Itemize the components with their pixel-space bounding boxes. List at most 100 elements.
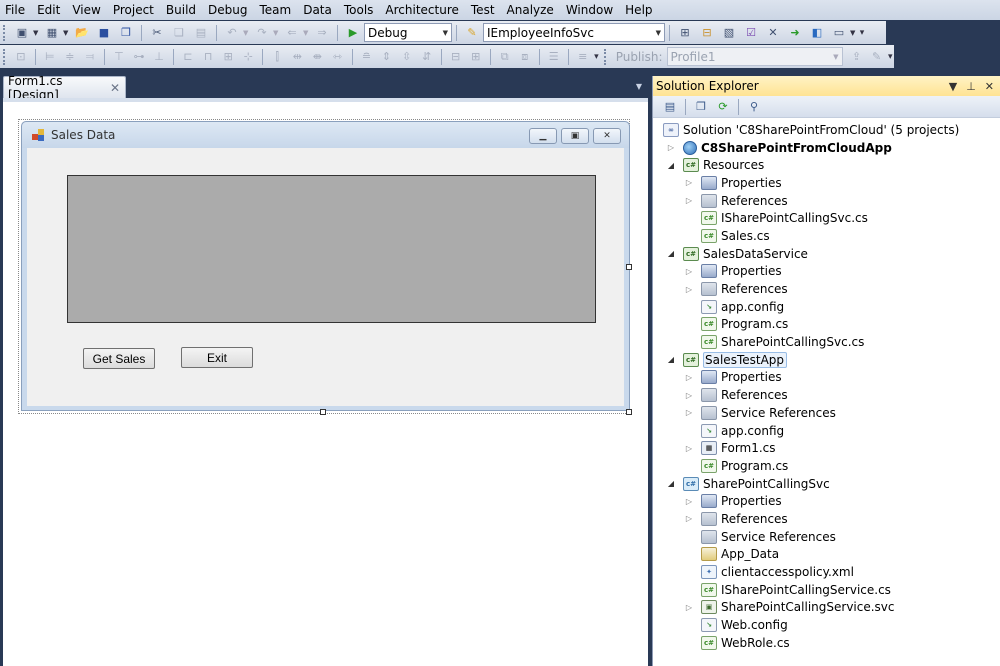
paste-icon[interactable]: ▤ [192, 24, 210, 42]
add-item-icon[interactable]: ▦ [43, 24, 61, 42]
toolbar-grip[interactable] [3, 24, 7, 41]
pin-icon[interactable]: ⊥ [966, 80, 976, 93]
sales-data-grid[interactable] [67, 175, 596, 323]
server-explorer-icon[interactable]: ◧ [808, 24, 826, 42]
publish-web-icon[interactable]: ⇪ [849, 48, 865, 66]
align-centers-icon[interactable]: ≑ [62, 48, 78, 66]
remove-horizontal-spacing-icon[interactable]: ⇿ [329, 48, 345, 66]
align-lefts-icon[interactable]: ⊨ [42, 48, 58, 66]
chevron-down-icon[interactable]: ▼ [850, 29, 856, 37]
tree-node[interactable]: c# WebRole.cs [653, 634, 1000, 652]
configuration-select[interactable]: Debug ▼ [364, 23, 452, 42]
tree-node[interactable]: ◢ c# SharePointCallingSvc [653, 475, 1000, 493]
expanded-arrow-icon[interactable]: ◢ [665, 355, 677, 364]
save-all-icon[interactable]: ❐ [117, 24, 135, 42]
maximize-icon[interactable]: ▣ [561, 128, 589, 144]
increase-vertical-spacing-icon[interactable]: ⇕ [378, 48, 394, 66]
center-vertically-icon[interactable]: ⊞ [468, 48, 484, 66]
center-horizontally-icon[interactable]: ⊟ [448, 48, 464, 66]
tools-icon[interactable]: ✕ [764, 24, 782, 42]
align-tops-icon[interactable]: ⊤ [111, 48, 127, 66]
align-bottoms-icon[interactable]: ⊥ [151, 48, 167, 66]
chevron-down-icon[interactable]: ▼ [63, 29, 69, 37]
tree-node[interactable]: ◢ c# Resources [653, 156, 1000, 174]
toolbar-grip[interactable] [603, 48, 608, 65]
make-same-width-icon[interactable]: ⊏ [180, 48, 196, 66]
chevron-down-icon[interactable]: ▼ [303, 29, 309, 37]
tree-node[interactable]: ▷ Properties [653, 174, 1000, 192]
save-icon[interactable]: ■ [95, 24, 113, 42]
close-icon[interactable]: ✕ [985, 80, 994, 93]
tree-node[interactable]: ▷ Service References [653, 404, 1000, 422]
decrease-horizontal-spacing-icon[interactable]: ⇼ [309, 48, 325, 66]
menu-architecture[interactable]: Architecture [380, 3, 465, 17]
tab-form1-design[interactable]: Form1.cs [Design] ✕ [3, 74, 126, 102]
play-icon[interactable]: ▶ [344, 24, 362, 42]
tree-node[interactable]: ▷ ▦ Form1.cs [653, 439, 1000, 457]
make-same-size-icon[interactable]: ⊞ [220, 48, 236, 66]
tree-node[interactable]: c# Program.cs [653, 457, 1000, 475]
increase-horizontal-spacing-icon[interactable]: ⇹ [289, 48, 305, 66]
collapsed-arrow-icon[interactable]: ▷ [683, 391, 695, 400]
toolbar-overflow-icon[interactable]: ▾ [858, 28, 866, 38]
collapsed-arrow-icon[interactable]: ▷ [683, 514, 695, 523]
decrease-vertical-spacing-icon[interactable]: ⇳ [399, 48, 415, 66]
tree-node[interactable]: ✦ clientaccesspolicy.xml [653, 563, 1000, 581]
toolbar-overflow-icon[interactable]: ▾ [887, 52, 894, 62]
tree-node[interactable]: ▷ Properties [653, 492, 1000, 510]
toolbox-icon[interactable]: ☑ [742, 24, 760, 42]
collapsed-arrow-icon[interactable]: ▷ [665, 143, 677, 152]
tree-node[interactable]: ◢ c# SalesTestApp [653, 351, 1000, 369]
align-rights-icon[interactable]: ⫤ [82, 48, 98, 66]
exit-button[interactable]: Exit [181, 347, 253, 368]
toolbar-overflow-icon[interactable]: ▾ [593, 52, 600, 62]
menu-debug[interactable]: Debug [203, 3, 254, 17]
solution-explorer-icon[interactable]: ⊞ [676, 24, 694, 42]
collapsed-arrow-icon[interactable]: ▷ [683, 285, 695, 294]
tree-node[interactable]: ▷ References [653, 192, 1000, 210]
copy-icon[interactable]: ❏ [170, 24, 188, 42]
tree-node[interactable]: c# Program.cs [653, 316, 1000, 334]
menu-analyze[interactable]: Analyze [502, 3, 561, 17]
tree-node[interactable]: c# ISharePointCallingSvc.cs [653, 209, 1000, 227]
class-diagram-icon[interactable]: ⚲ [745, 98, 763, 116]
redo-icon[interactable]: ↷ [253, 24, 271, 42]
chevron-down-icon[interactable]: ▼ [273, 29, 279, 37]
menu-window[interactable]: Window [561, 3, 620, 17]
make-same-height-icon[interactable]: ⊓ [200, 48, 216, 66]
lock-controls-icon[interactable]: ≡ [575, 48, 591, 66]
align-to-grid-icon[interactable]: ⊡ [13, 48, 29, 66]
tree-node[interactable]: ∞ Solution 'C8SharePointFromCloud' (5 pro… [653, 121, 1000, 139]
tree-node[interactable]: ▷ References [653, 510, 1000, 528]
collapsed-arrow-icon[interactable]: ▷ [683, 444, 695, 453]
collapsed-arrow-icon[interactable]: ▷ [683, 267, 695, 276]
navigate-backward-icon[interactable]: ⇐ [283, 24, 301, 42]
collapsed-arrow-icon[interactable]: ▷ [683, 408, 695, 417]
send-to-back-icon[interactable]: ⧈ [517, 48, 533, 66]
tree-node[interactable]: ↘ app.config [653, 298, 1000, 316]
tree-node[interactable]: c# ISharePointCallingService.cs [653, 581, 1000, 599]
tree-node[interactable]: ▷ ▣ SharePointCallingService.svc [653, 599, 1000, 617]
remove-vertical-spacing-icon[interactable]: ⇵ [419, 48, 435, 66]
tree-node[interactable]: ▷ C8SharePointFromCloudApp [653, 139, 1000, 157]
chevron-down-icon[interactable]: ▼ [243, 29, 249, 37]
tree-node[interactable]: ↘ app.config [653, 422, 1000, 440]
tree-node[interactable]: c# Sales.cs [653, 227, 1000, 245]
align-middles-icon[interactable]: ⊶ [131, 48, 147, 66]
menu-file[interactable]: File [0, 3, 32, 17]
tab-order-icon[interactable]: ☰ [546, 48, 562, 66]
object-browser-icon[interactable]: ▧ [720, 24, 738, 42]
new-project-icon[interactable]: ▣ [13, 24, 31, 42]
chevron-down-icon[interactable]: ▼ [33, 29, 39, 37]
tree-node[interactable]: ↘ Web.config [653, 616, 1000, 634]
tree-node[interactable]: ▷ Properties [653, 369, 1000, 387]
close-icon[interactable]: ✕ [593, 128, 621, 144]
collapsed-arrow-icon[interactable]: ▷ [683, 196, 695, 205]
publish-settings-icon[interactable]: ✎ [869, 48, 885, 66]
get-sales-button[interactable]: Get Sales [83, 348, 155, 369]
refresh-icon[interactable]: ⟳ [714, 98, 732, 116]
extension-manager-icon[interactable]: ➜ [786, 24, 804, 42]
collapsed-arrow-icon[interactable]: ▷ [683, 178, 695, 187]
properties-window-icon[interactable]: ⊟ [698, 24, 716, 42]
size-to-grid-icon[interactable]: ⊹ [240, 48, 256, 66]
